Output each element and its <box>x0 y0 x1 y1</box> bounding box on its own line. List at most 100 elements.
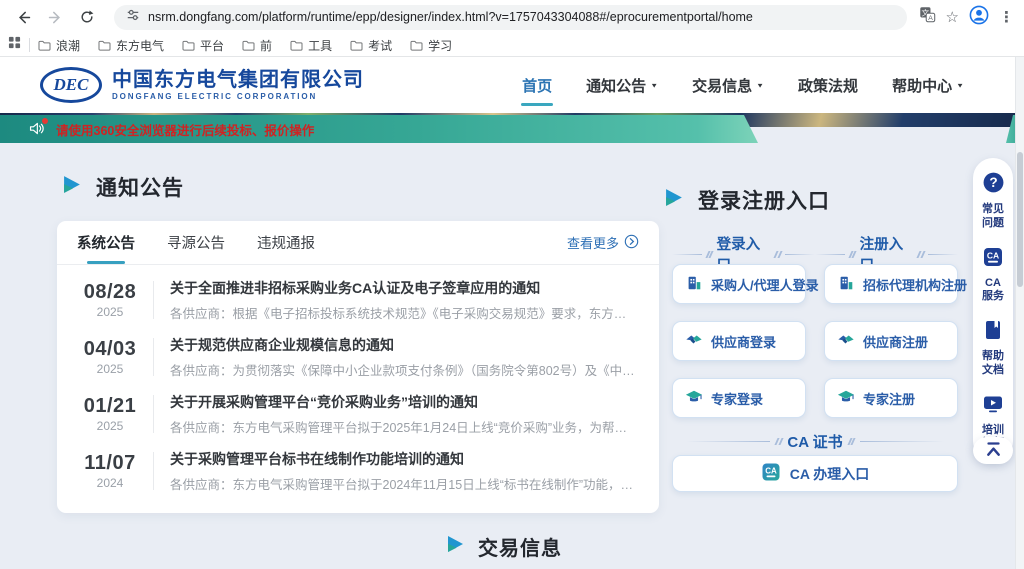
notice-desc: 各供应商：为贯彻落实《保障中小企业款项支付条例》（国务院令第802号）及《中小企… <box>170 360 637 379</box>
graduation-cap-icon <box>837 388 855 409</box>
supplier-login-button[interactable]: 供应商登录 <box>672 321 806 361</box>
scroll-to-top-button[interactable] <box>973 437 1013 464</box>
notice-row[interactable]: 08/282025 关于全面推进非招标采购业务CA认证及电子签章应用的通知各供应… <box>57 271 659 328</box>
graduation-cap-icon <box>685 388 703 409</box>
ticker-text: 请使用360安全浏览器进行后续投标、报价操作 <box>56 120 314 139</box>
site-header: DEC 中国东方电气集团有限公司 DONGFANG ELECTRIC CORPO… <box>0 57 1024 113</box>
bidding-agency-register-button[interactable]: 招标代理机构注册 <box>824 264 958 304</box>
tab-sourcing-notices[interactable]: 寻源公告 <box>167 221 225 264</box>
dec-logo[interactable]: DEC <box>40 67 102 103</box>
forward-icon[interactable] <box>42 4 68 30</box>
row-divider <box>153 281 154 319</box>
url-text[interactable]: nsrm.dongfang.com/platform/runtime/epp/d… <box>148 10 753 24</box>
speaker-icon <box>28 120 46 138</box>
notices-section-title: 通知公告 <box>62 172 184 202</box>
svg-text:A: A <box>928 15 933 22</box>
translate-icon[interactable]: 文A <box>919 6 936 28</box>
rail-item-help-docs[interactable]: 帮助文档 <box>980 319 1006 378</box>
bookmark-label: 工具 <box>308 37 332 54</box>
back-icon[interactable] <box>10 4 36 30</box>
svg-text:CA: CA <box>987 250 999 260</box>
notice-row[interactable]: 01/212025 关于开展采购管理平台“竞价采购业务”培训的通知各供应商：东方… <box>57 385 659 442</box>
notices-card: 系统公告 寻源公告 违规通报 查看更多 08/28 2025 关于全面推进非招标采… <box>57 221 659 513</box>
bookmark-label: 东方电气 <box>116 37 164 54</box>
bookmark-label: 平台 <box>200 37 224 54</box>
notice-title[interactable]: 关于规范供应商企业规模信息的通知 <box>170 335 637 355</box>
notification-dot <box>42 118 48 124</box>
login-section-title: 登录注册入口 <box>664 185 830 215</box>
browser-toolbar: nsrm.dongfang.com/platform/runtime/epp/d… <box>0 0 1024 34</box>
chevron-down-icon: ▼ <box>650 81 658 88</box>
notice-year: 2025 <box>75 419 145 433</box>
notice-title[interactable]: 关于开展采购管理平台“竞价采购业务”培训的通知 <box>170 392 637 412</box>
bookmark-label: 考试 <box>368 37 392 54</box>
scrollbar-thumb[interactable] <box>1017 152 1023 287</box>
nav-item-home[interactable]: 首页 <box>522 75 552 96</box>
bookmark-folder[interactable]: 浪潮 <box>38 37 80 54</box>
bookmark-label: 浪潮 <box>56 37 80 54</box>
apps-grid-icon[interactable] <box>8 36 21 54</box>
floating-rail: ? 常见问题 CA CA服务 帮助文档 培训视频 <box>973 158 1013 461</box>
bookmark-folder[interactable]: 平台 <box>182 37 224 54</box>
announcement-ticker: 请使用360安全浏览器进行后续投标、报价操作 <box>0 115 758 143</box>
notice-desc: 各供应商：东方电气采购管理平台拟于2025年1月24日上线“竞价采购”业务，为帮… <box>170 417 637 436</box>
notice-date: 08/28 <box>75 281 145 304</box>
notice-title[interactable]: 关于全面推进非招标采购业务CA认证及电子签章应用的通知 <box>170 278 637 298</box>
bookmark-folder[interactable]: 工具 <box>290 37 332 54</box>
login-buttons-grid: 采购人/代理人登录 招标代理机构注册 供应商登录 供应商注册 专家登录 专家注册 <box>672 264 958 418</box>
chevron-down-icon: ▼ <box>956 81 964 88</box>
tab-system-notices[interactable]: 系统公告 <box>77 221 135 264</box>
trade-info-section-title: 交易信息 <box>0 532 1008 561</box>
rail-item-faq[interactable]: ? 常见问题 <box>980 171 1006 231</box>
expert-login-button[interactable]: 专家登录 <box>672 378 806 418</box>
handshake-icon <box>685 331 703 352</box>
row-divider <box>153 395 154 433</box>
page-scrollbar[interactable] <box>1015 57 1024 569</box>
rail-item-ca-service[interactable]: CA CA服务 <box>980 246 1006 305</box>
supplier-register-button[interactable]: 供应商注册 <box>824 321 958 361</box>
notice-row[interactable]: 04/032025 关于规范供应商企业规模信息的通知各供应商：为贯彻落实《保障中… <box>57 328 659 385</box>
main-nav: 首页 通知公告▼ 交易信息▼ 政策法规 帮助中心▼ <box>522 75 986 96</box>
bookmark-folder[interactable]: 学习 <box>410 37 452 54</box>
buyer-agent-login-button[interactable]: 采购人/代理人登录 <box>672 264 806 304</box>
svg-text:?: ? <box>989 175 997 190</box>
ca-cert-divider: CA 证书 <box>658 431 972 452</box>
book-icon <box>982 319 1004 346</box>
notice-date: 11/07 <box>75 452 145 475</box>
notice-title[interactable]: 关于采购管理平台标书在线制作功能培训的通知 <box>170 449 637 469</box>
scroll-top-icon <box>984 440 1003 462</box>
ca-apply-button[interactable]: CA CA 办理入口 <box>672 455 958 492</box>
nav-item-trade-info[interactable]: 交易信息▼ <box>692 75 764 96</box>
url-bar[interactable]: nsrm.dongfang.com/platform/runtime/epp/d… <box>114 5 907 30</box>
circle-arrow-icon <box>624 234 639 252</box>
building-icon <box>685 274 703 295</box>
profile-avatar-icon[interactable] <box>969 5 989 30</box>
bookmark-folder[interactable]: 前 <box>242 37 272 54</box>
row-divider <box>153 452 154 490</box>
bookmark-star-icon[interactable]: ☆ <box>946 8 959 26</box>
notice-date: 01/21 <box>75 395 145 418</box>
video-icon <box>982 393 1004 420</box>
question-icon: ? <box>982 171 1005 199</box>
notices-tabs: 系统公告 寻源公告 违规通报 查看更多 <box>57 221 659 265</box>
site-info-icon[interactable] <box>126 8 140 27</box>
reload-icon[interactable] <box>74 4 100 30</box>
bookmarks-bar: 浪潮 东方电气 平台 前 工具 考试 学习 <box>0 34 1024 57</box>
company-name-cn: 中国东方电气集团有限公司 <box>112 69 364 92</box>
expert-register-button[interactable]: 专家注册 <box>824 378 958 418</box>
ca-badge-icon: CA <box>982 246 1004 273</box>
section-arrow-icon <box>664 187 685 213</box>
bookmark-folder[interactable]: 东方电气 <box>98 37 164 54</box>
nav-item-help-center[interactable]: 帮助中心▼ <box>892 75 964 96</box>
nav-item-notices[interactable]: 通知公告▼ <box>586 75 658 96</box>
view-more-link[interactable]: 查看更多 <box>567 233 639 252</box>
notice-row[interactable]: 11/072024 关于采购管理平台标书在线制作功能培训的通知各供应商：东方电气… <box>57 442 659 499</box>
section-arrow-icon <box>446 534 466 559</box>
notice-desc: 各供应商：根据《电子招标投标系统技术规范》《电子采购交易规范》要求，东方电气采购… <box>170 303 637 322</box>
tab-violation-reports[interactable]: 违规通报 <box>257 221 315 264</box>
notices-list: 08/28 2025 关于全面推进非招标采购业务CA认证及电子签章应用的通知各供应… <box>57 265 659 499</box>
bookmark-folder[interactable]: 考试 <box>350 37 392 54</box>
chrome-menu-icon[interactable]: ⋮ <box>999 8 1014 26</box>
bookmarks-divider <box>29 38 30 52</box>
nav-item-policies[interactable]: 政策法规 <box>798 75 858 96</box>
